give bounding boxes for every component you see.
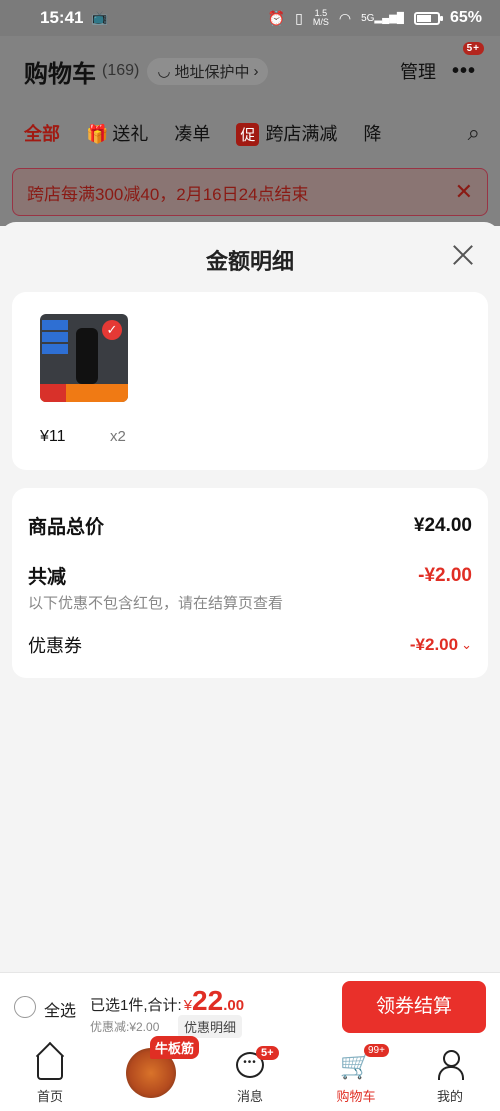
more-menu-button[interactable]: ••• 5+: [451, 41, 484, 83]
amount-decimal: .00: [223, 997, 245, 1014]
nav-cart-label: 购物车: [336, 1089, 376, 1104]
checkmark-icon: ✓: [102, 320, 122, 340]
coupon-row[interactable]: 优惠券 -¥2.00 ⌄: [28, 632, 472, 658]
cart-badge: 99+: [364, 1044, 389, 1057]
reduce-note: 以下优惠不包含红包，请在结算页查看: [28, 595, 284, 612]
vibrate-icon: ▯: [295, 9, 303, 26]
nav-me-label: 我的: [436, 1089, 463, 1104]
nav-me[interactable]: 我的: [410, 1048, 490, 1105]
signal-label: 5G: [361, 12, 375, 24]
battery-percent: 65%: [449, 9, 482, 26]
person-icon: [436, 1050, 464, 1080]
signal-icon: 5G▂▄▆█: [361, 12, 404, 24]
manage-button[interactable]: 管理: [400, 58, 436, 84]
product-image-strip-left: [40, 384, 66, 402]
product-thumbnail[interactable]: ✓: [40, 314, 128, 402]
chevron-down-icon: ⌄: [461, 637, 472, 652]
reduce-row: 共减 -¥2.00: [28, 562, 472, 589]
tab-price-drop[interactable]: 降: [363, 120, 381, 146]
sheet-close-icon[interactable]: [448, 240, 478, 270]
promo-icon: 促: [236, 123, 260, 146]
tab-cross-store[interactable]: 促跨店满减: [236, 120, 337, 146]
battery-fill: [416, 14, 432, 22]
checkout-button[interactable]: 领券结算: [342, 981, 486, 1033]
cart-tabs: 全部 🎁 送礼 凑单 促跨店满减 降 ⌕: [0, 116, 500, 150]
alarm-icon: ⏰: [267, 9, 286, 26]
gift-icon: 🎁: [86, 124, 109, 144]
reduce-value: -¥2.00: [418, 564, 472, 586]
total-label: 商品总价: [28, 517, 105, 538]
selected-text: 已选1件,合计:: [90, 997, 182, 1014]
close-icon[interactable]: ✕: [455, 179, 473, 205]
currency-symbol: ¥: [183, 997, 193, 1014]
status-icons: ⏰ ▯ 1.5 M/S ◠ 5G▂▄▆█ 65%: [268, 9, 482, 27]
price-summary-card: 商品总价 ¥24.00 共减 -¥2.00 以下优惠不包含红包，请在结算页查看 …: [12, 488, 488, 678]
wifi-icon: ◠: [338, 9, 352, 26]
total-row: 商品总价 ¥24.00: [28, 512, 472, 539]
checkout-bar: 全选 已选1件,合计: ¥ 22 .00 优惠减:¥2.00 优惠明细 领券结算: [0, 972, 500, 1042]
nav-home[interactable]: 首页: [10, 1048, 90, 1105]
shield-icon: ◡: [157, 63, 171, 80]
select-all-radio[interactable]: [14, 996, 36, 1018]
address-protect-pill[interactable]: ◡ 地址保护中 ›: [147, 57, 269, 85]
address-protect-label: 地址保护中: [174, 63, 250, 81]
cart-header: 购物车 (169) ◡ 地址保护中 › 管理 ••• 5+: [0, 36, 500, 106]
home-icon: [37, 1056, 63, 1080]
status-time: 15:41: [40, 8, 84, 27]
chevron-right-icon: ›: [253, 62, 259, 80]
nav-messages-label: 消息: [236, 1089, 263, 1104]
net-speed-unit: M/S: [312, 17, 329, 27]
total-value: ¥24.00: [413, 514, 472, 536]
promo-notice-banner: 跨店每满300减40，2月16日24点结束 ✕: [12, 168, 488, 216]
tv-app-icon: 📺: [91, 10, 108, 25]
product-price: ¥11: [40, 428, 66, 445]
tab-cross-store-label: 跨店满减: [265, 124, 338, 144]
tab-all[interactable]: 全部: [24, 120, 60, 146]
net-speed: 1.5 M/S: [313, 9, 329, 27]
nav-messages[interactable]: ••• 5+ 消息: [210, 1046, 290, 1105]
reduce-label: 共减: [28, 567, 67, 588]
select-all-label[interactable]: 全选: [44, 997, 76, 1021]
cart-page-background: 购物车 (169) ◡ 地址保护中 › 管理 ••• 5+ 全部 🎁 送礼 凑单 …: [0, 36, 500, 226]
nav-home-label: 首页: [36, 1089, 63, 1104]
battery-icon: [413, 11, 443, 25]
nav-cart[interactable]: 🛒 99+ 购物车: [316, 1044, 396, 1105]
more-badge: 5+: [462, 41, 484, 55]
page-title: 购物车: [24, 60, 96, 88]
promo-tag: 牛板筋: [150, 1036, 200, 1059]
amount-integer: 22: [192, 985, 224, 1016]
search-icon[interactable]: ⌕: [468, 120, 480, 146]
more-dots-icon: •••: [451, 59, 476, 82]
nav-promo[interactable]: 牛板筋: [122, 1032, 200, 1110]
bottom-nav: 首页 牛板筋 ••• 5+ 消息 🛒 99+ 购物车 我的: [0, 1036, 500, 1111]
tab-gift[interactable]: 🎁 送礼: [86, 120, 148, 146]
product-image-strip: [40, 384, 128, 402]
coupon-value: -¥2.00: [409, 635, 459, 654]
sheet-title: 金额明细: [205, 249, 294, 274]
product-card: ✓ ¥11 x2: [12, 292, 488, 470]
tab-combine[interactable]: 凑单: [174, 120, 210, 146]
tab-gift-label: 送礼: [112, 124, 149, 144]
product-quantity: x2: [110, 428, 126, 445]
product-image-tag: [42, 332, 68, 342]
promo-notice-text: 跨店每满300减40，2月16日24点结束: [27, 184, 309, 204]
messages-badge: 5+: [256, 1046, 279, 1060]
coupon-label: 优惠券: [28, 636, 82, 656]
status-bar: 15:41 📺 ⏰ ▯ 1.5 M/S ◠ 5G▂▄▆█ 65%: [0, 0, 500, 36]
product-bottle-image: [76, 328, 98, 384]
total-summary: 已选1件,合计: ¥ 22 .00: [90, 985, 244, 1017]
cart-count: (169): [102, 62, 140, 79]
product-image-tag: [42, 320, 68, 330]
product-image-tag: [42, 344, 68, 354]
amount-detail-sheet: 金额明细 ✓ ¥11 x2 商品总价 ¥24.00 共减 -¥2.00 以下优惠…: [0, 222, 500, 972]
